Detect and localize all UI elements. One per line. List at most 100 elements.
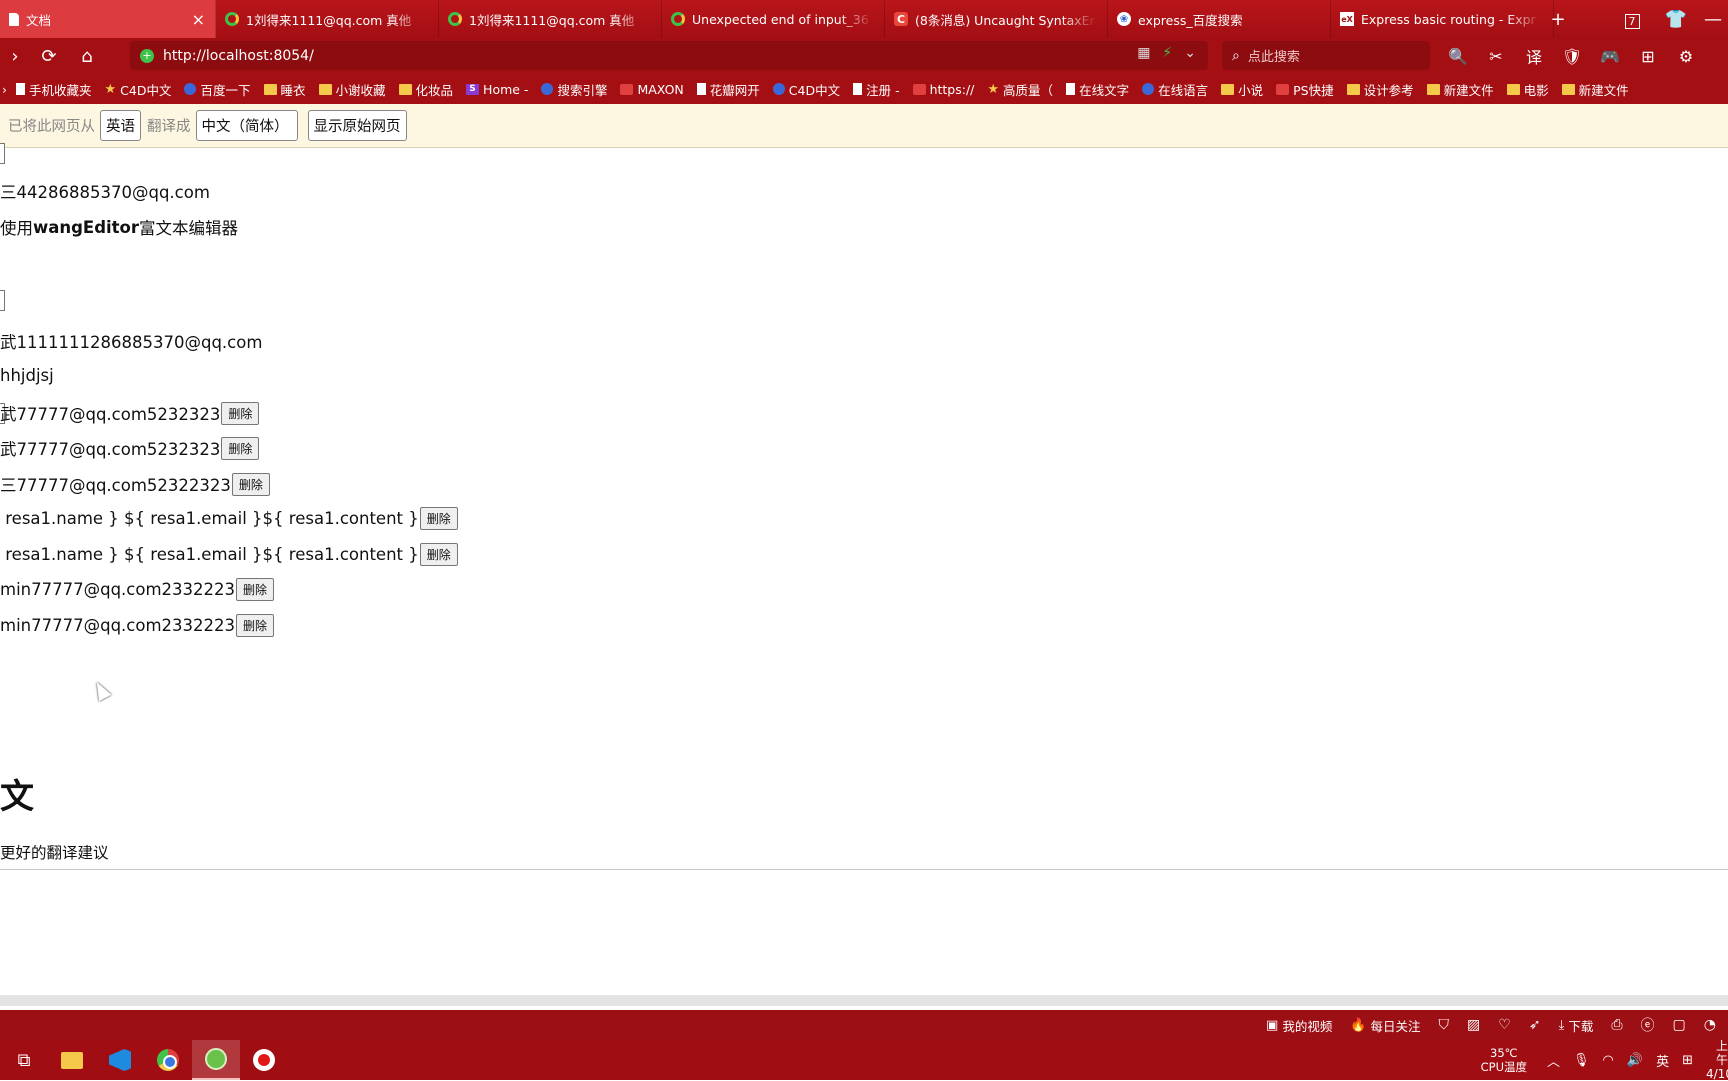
bookmark-item[interactable]: PS快捷 [1276, 80, 1334, 99]
bookmark-item[interactable]: 小谢收藏 [318, 80, 386, 99]
task-view-button[interactable]: ⧉ [0, 1040, 48, 1080]
bookmark-item[interactable]: 设计参考 [1346, 80, 1414, 99]
chevron-up-icon[interactable]: ︿ [1547, 1051, 1560, 1070]
bookmark-item[interactable]: 注册 - [853, 80, 900, 99]
image-icon[interactable]: ▨ [1467, 1017, 1480, 1033]
target-language-select[interactable]: 中文（简体） [195, 110, 298, 141]
delete-button[interactable]: 删除 [231, 472, 270, 496]
refresh-icon[interactable]: ⟳ [30, 46, 68, 67]
clock[interactable]: 上午 4/10 [1706, 1039, 1728, 1081]
bookmark-item[interactable]: ★ 高质量（ [987, 80, 1053, 99]
folder-icon [1346, 83, 1360, 95]
tab-3[interactable]: Unexpected end of input_36 [662, 0, 885, 38]
chevron-down-icon[interactable]: ⌄ [1184, 45, 1196, 61]
tab-6[interactable]: eX Express basic routing - Expr [1331, 0, 1554, 38]
bookmark-item[interactable]: https:// [912, 82, 974, 97]
gear-icon[interactable]: ⚙ [1668, 47, 1704, 66]
tab-2[interactable]: 1刘得来1111@qq.com 真他 [439, 0, 662, 38]
ring-icon [448, 12, 462, 26]
star-icon: ★ [104, 81, 117, 97]
delete-button[interactable]: 删除 [221, 401, 260, 425]
nav-bar: › ⟳ ⌂ + http://localhost:8054/ ▦ ⚡ ⌄ ⌕ 点… [0, 38, 1728, 74]
baidu-paw-icon: ❀ [1117, 12, 1131, 26]
browser-360-button[interactable] [192, 1040, 240, 1080]
shield-icon[interactable]: ⛉ [1439, 1017, 1450, 1033]
address-bar[interactable]: + http://localhost:8054/ ▦ ⚡ ⌄ [130, 41, 1208, 70]
recorder-button[interactable] [240, 1040, 288, 1080]
vscode-icon [109, 1049, 131, 1071]
volume-icon[interactable]: 🔊 [1627, 1053, 1643, 1068]
printer-icon[interactable]: ⎙ [1611, 1017, 1622, 1033]
search-box[interactable]: ⌕ 点此搜索 [1222, 41, 1430, 70]
bookmark-item[interactable]: 在线语言 [1142, 80, 1208, 99]
delete-button[interactable]: 删除 [419, 543, 458, 566]
bookmark-item[interactable]: 手机收藏夹 [16, 80, 92, 99]
globe-icon [772, 83, 785, 95]
wifi-icon[interactable]: ◠ [1603, 1053, 1614, 1068]
bookmark-item[interactable]: 新建文件 [1426, 80, 1494, 99]
text-input[interactable] [0, 143, 5, 164]
bookmark-item[interactable]: 小说 [1221, 80, 1263, 99]
delete-button[interactable]: 删除 [236, 614, 275, 637]
bookmark-item[interactable]: 在线文字 [1066, 80, 1129, 99]
window-icon[interactable]: ▢ [1673, 1017, 1686, 1033]
vscode-button[interactable] [96, 1040, 144, 1080]
bookmark-item[interactable]: 搜索引擎 [541, 80, 607, 99]
bookmark-item[interactable]: MAXON [620, 82, 684, 97]
bookmark-item[interactable]: 新建文件 [1561, 80, 1629, 99]
bookmark-more[interactable]: › [2, 82, 7, 97]
tab-count-button[interactable]: 7 [1610, 9, 1654, 30]
new-tab-button[interactable]: + [1536, 9, 1580, 30]
tab-tools: + 7 👕 — [1536, 0, 1728, 38]
system-tray: 35℃ CPU温度 ︿ 🎙 ◠ 🔊 英 ⊞ 上午 4/10 [1481, 1039, 1728, 1081]
shield-icon[interactable]: 🛡 [1554, 47, 1590, 66]
page-icon [853, 83, 863, 95]
ime-indicator[interactable]: 英 [1656, 1051, 1669, 1070]
tab-0[interactable]: 文档 × [0, 0, 216, 38]
delete-button[interactable]: 删除 [221, 436, 260, 460]
delete-button[interactable]: 删除 [419, 507, 458, 530]
delete-button[interactable]: 删除 [236, 578, 275, 601]
heart-icon[interactable]: ♡ [1498, 1017, 1511, 1033]
microphone-icon[interactable]: 🎙 [1573, 1053, 1590, 1068]
entry-content: 使用 wangEditor 富文本编辑器 [0, 217, 239, 239]
minimize-icon[interactable]: — [1698, 9, 1728, 30]
tab-4[interactable]: C (8条消息) Uncaught SyntaxEr [885, 0, 1108, 38]
tab-5[interactable]: ❀ express_百度搜索 [1108, 0, 1331, 38]
bookmark-item[interactable]: C4D中文 [772, 80, 840, 99]
qr-icon[interactable]: ▦ [1137, 45, 1150, 61]
ie-icon[interactable]: ⓔ [1641, 1015, 1655, 1035]
scissors-icon[interactable]: ✂ [1478, 47, 1514, 66]
magnifier-icon[interactable]: 🔍 [1440, 47, 1476, 66]
chrome-button[interactable] [144, 1040, 192, 1080]
translation-suggestion-link[interactable]: 更好的翻译建议 [0, 841, 109, 863]
daily-follow-button[interactable]: 🔥 每日关注 [1350, 1016, 1420, 1035]
bookmark-item[interactable]: 百度一下 [184, 80, 251, 99]
close-icon[interactable]: × [192, 10, 205, 29]
game-icon[interactable]: 🎮 [1592, 47, 1628, 66]
show-original-button[interactable]: 显示原始网页 [307, 110, 407, 141]
horizontal-scrollbar[interactable] [0, 995, 1728, 1006]
my-video-button[interactable]: ▣ 我的视频 [1266, 1016, 1332, 1035]
translate-icon[interactable]: 译 [1516, 44, 1552, 68]
rocket-icon[interactable]: ➶ [1529, 1017, 1541, 1033]
lightning-icon[interactable]: ⚡ [1162, 45, 1172, 61]
ime-grid-icon[interactable]: ⊞ [1682, 1053, 1693, 1068]
list-item: min77777@qq.com2332223 删除 [0, 614, 275, 637]
source-language-button[interactable]: 英语 [100, 110, 141, 141]
bookmark-item[interactable]: 电影 [1506, 80, 1549, 99]
zoom-icon[interactable]: ◔ [1704, 1017, 1716, 1033]
bookmark-item[interactable]: S Home - [466, 82, 528, 97]
download-button[interactable]: ⤓ 下载 [1559, 1016, 1594, 1035]
bookmark-item[interactable]: 睡衣 [263, 80, 306, 99]
bookmark-item[interactable]: 化妆品 [398, 80, 453, 99]
bookmark-item[interactable]: ★ C4D中文 [105, 80, 172, 99]
tab-1[interactable]: 1刘得来1111@qq.com 真他 [216, 0, 439, 38]
home-icon[interactable]: ⌂ [68, 46, 106, 67]
file-explorer-button[interactable] [48, 1040, 96, 1080]
bookmark-item[interactable]: 花瓣网开 [696, 80, 760, 99]
forward-icon[interactable]: › [0, 46, 30, 67]
grid-icon[interactable]: ⊞ [1630, 47, 1666, 66]
text-input[interactable] [0, 290, 5, 311]
shirt-icon[interactable]: 👕 [1654, 9, 1698, 30]
